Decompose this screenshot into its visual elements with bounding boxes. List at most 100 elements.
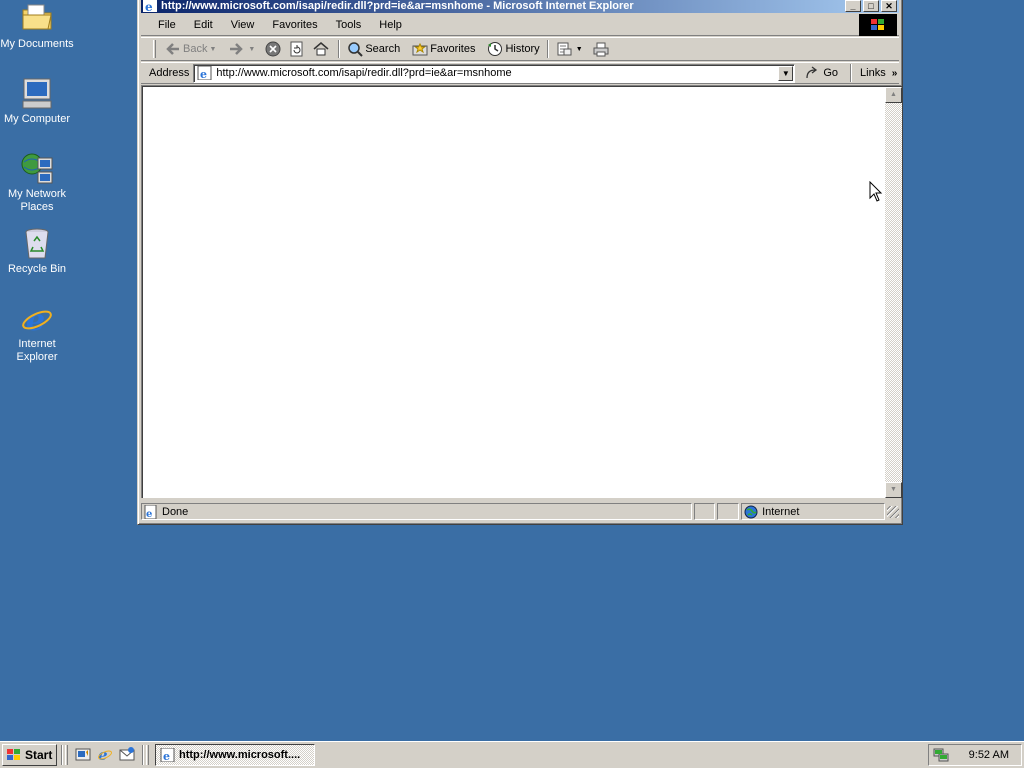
desktop-icon-my-computer[interactable]: My Computer <box>0 77 74 126</box>
ie-icon: e <box>20 302 54 338</box>
address-bar: Address e http://www.microsoft.com/isapi… <box>141 62 899 84</box>
close-button[interactable]: ✕ <box>881 0 897 12</box>
history-label: History <box>505 43 540 55</box>
links-label: Links <box>860 67 886 79</box>
svg-text:e: e <box>98 746 108 762</box>
go-arrow-icon <box>805 66 821 80</box>
ie-icon: e <box>97 746 113 765</box>
menu-help[interactable]: Help <box>370 19 411 31</box>
quicklaunch-show-desktop[interactable] <box>72 744 94 766</box>
forward-arrow-icon <box>228 41 244 57</box>
links-toolbar[interactable]: Links » <box>860 67 897 79</box>
toolbar-grip[interactable] <box>153 40 156 58</box>
scroll-down-button[interactable]: ▼ <box>885 482 902 498</box>
toolbar-separator <box>546 40 549 58</box>
scroll-up-button[interactable]: ▲ <box>885 87 902 103</box>
svg-text:e: e <box>145 0 153 12</box>
search-button[interactable]: Search <box>344 38 403 60</box>
mail-button[interactable]: ▼ <box>553 38 586 60</box>
refresh-button[interactable] <box>286 38 310 60</box>
back-dropdown-icon[interactable]: ▼ <box>209 46 216 53</box>
network-tray-icon[interactable] <box>933 747 949 763</box>
mail-dropdown-icon[interactable]: ▼ <box>576 46 583 53</box>
clock[interactable]: 9:52 AM <box>969 749 1009 761</box>
menu-file[interactable]: File <box>149 19 185 31</box>
resize-grip[interactable] <box>887 505 899 518</box>
computer-icon <box>20 77 54 111</box>
chevron-right-icon[interactable]: » <box>892 68 898 79</box>
quicklaunch-ie[interactable]: e <box>94 744 116 766</box>
page-icon: e <box>197 65 213 81</box>
svg-text:e: e <box>200 68 207 80</box>
favorites-button[interactable]: Favorites <box>409 38 478 60</box>
back-button[interactable]: Back ▼ <box>162 38 219 60</box>
search-label: Search <box>365 43 401 55</box>
tasks-grip[interactable] <box>146 745 149 765</box>
network-icon <box>20 152 54 186</box>
folder-icon <box>20 2 54 36</box>
taskbar-separator <box>61 745 63 765</box>
start-button[interactable]: Start <box>2 744 57 766</box>
status-pane-progress <box>693 503 716 520</box>
desktop-icon-my-network-places[interactable]: My Network Places <box>0 152 74 214</box>
windows-logo-throbber <box>859 14 897 36</box>
favorites-label: Favorites <box>430 43 476 55</box>
page-content[interactable]: ▲ ▼ <box>141 85 902 498</box>
taskbar: Start e e http://www.microsoft.... 9:52 … <box>0 741 1024 768</box>
address-input[interactable]: e http://www.microsoft.com/isapi/redir.d… <box>193 63 796 83</box>
menu-bar: File Edit View Favorites Tools Help <box>141 14 899 36</box>
print-button[interactable] <box>590 38 614 60</box>
desktop-icon-label: My Network Places <box>7 188 67 213</box>
home-button[interactable] <box>310 38 334 60</box>
menu-edit[interactable]: Edit <box>185 19 222 31</box>
svg-text:e: e <box>26 303 45 336</box>
desktop-icon-label: Recycle Bin <box>7 263 67 275</box>
desktop-icon-my-documents[interactable]: My Documents <box>0 2 74 51</box>
stop-icon <box>265 41 281 57</box>
history-button[interactable]: History <box>484 38 542 60</box>
quicklaunch-grip[interactable] <box>65 745 68 765</box>
desktop-icon-internet-explorer[interactable]: e Internet Explorer <box>0 302 74 364</box>
address-separator <box>850 64 853 82</box>
taskbar-separator <box>142 745 144 765</box>
address-dropdown-button[interactable]: ▼ <box>778 65 794 81</box>
menu-view[interactable]: View <box>222 19 264 31</box>
start-label: Start <box>25 748 53 762</box>
svg-text:e: e <box>163 750 170 762</box>
svg-text:e: e <box>146 509 152 519</box>
standard-toolbar: Back ▼ ▼ Search Favorites History ▼ <box>141 37 899 61</box>
ie-title-icon: e <box>143 0 157 13</box>
home-icon <box>313 41 329 57</box>
desktop-icon-label: My Documents <box>0 38 74 50</box>
minimize-button[interactable]: _ <box>845 0 861 12</box>
taskbar-button-ie[interactable]: e http://www.microsoft.... <box>155 744 315 766</box>
maximize-button[interactable]: □ <box>863 0 879 12</box>
history-icon <box>487 41 503 57</box>
vertical-scrollbar[interactable]: ▲ ▼ <box>885 87 902 498</box>
menu-favorites[interactable]: Favorites <box>263 19 326 31</box>
quicklaunch-outlook-express[interactable] <box>116 744 138 766</box>
address-label: Address <box>149 67 190 79</box>
forward-button[interactable]: ▼ <box>225 38 258 60</box>
status-pane-security <box>717 503 740 520</box>
forward-dropdown-icon[interactable]: ▼ <box>248 46 255 53</box>
status-text: Done <box>162 505 189 518</box>
refresh-icon <box>289 41 305 57</box>
desktop-icon-recycle-bin[interactable]: Recycle Bin <box>0 227 74 276</box>
ie-task-icon: e <box>160 747 176 763</box>
desktop-icon-label: Internet Explorer <box>16 338 58 363</box>
status-bar: e Done Internet <box>141 502 899 521</box>
windows-flag-icon <box>6 748 22 762</box>
toolbar-separator <box>338 40 341 58</box>
menu-tools[interactable]: Tools <box>327 19 371 31</box>
show-desktop-icon <box>75 746 91 765</box>
desktop-icon-label: My Computer <box>3 113 71 125</box>
status-text-pane: e Done <box>141 503 692 520</box>
stop-button[interactable] <box>262 38 286 60</box>
back-arrow-icon <box>165 41 181 57</box>
task-title: http://www.microsoft.... <box>179 749 301 761</box>
windows-flag-icon <box>871 19 885 31</box>
mouse-cursor <box>869 180 883 203</box>
title-bar[interactable]: e http://www.microsoft.com/isapi/redir.d… <box>141 0 899 13</box>
go-button[interactable]: Go <box>805 66 838 80</box>
